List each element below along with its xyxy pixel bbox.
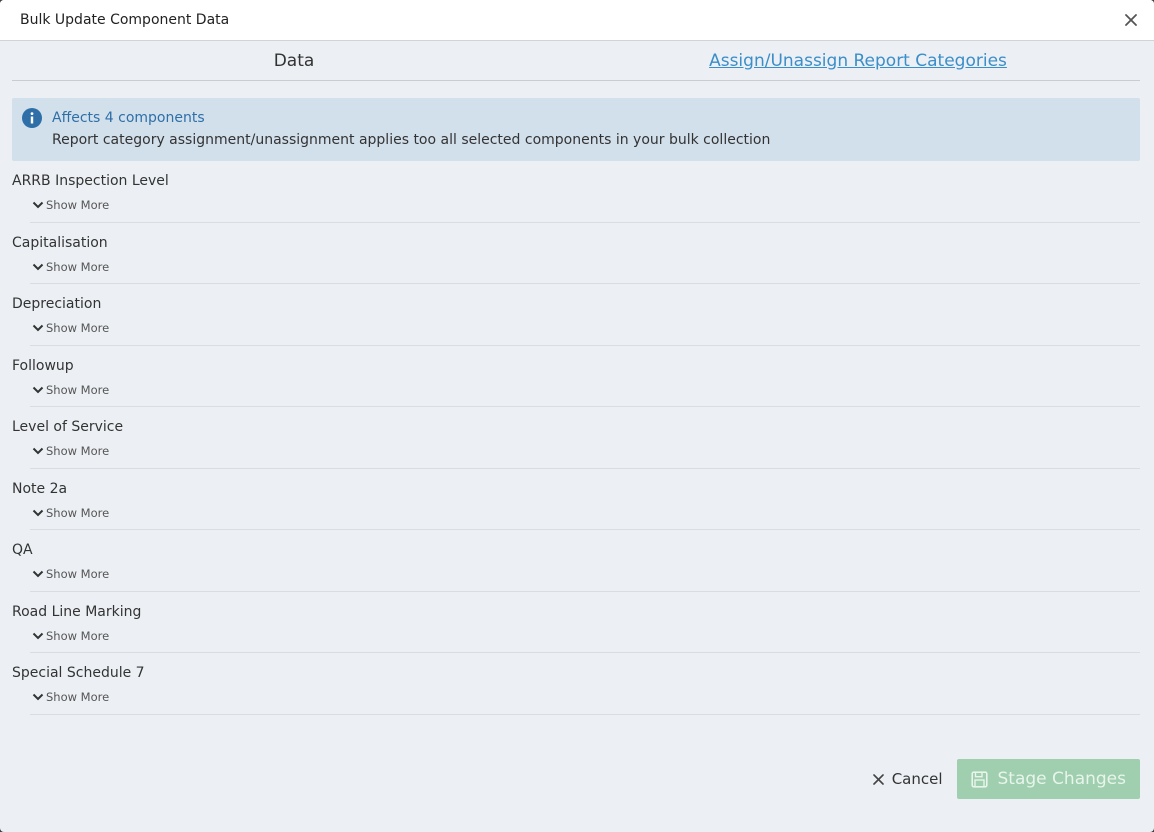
chevron-down-icon (32, 570, 44, 578)
save-icon (970, 770, 988, 788)
category-title: QA (12, 542, 33, 558)
list-item: Capitalisation Show More (12, 223, 1140, 284)
divider (30, 713, 1140, 715)
chevron-down-icon (32, 509, 44, 516)
modal-header: Bulk Update Component Data (0, 0, 1154, 41)
list-item: Note 2a Show More (12, 469, 1140, 530)
info-alert: Affects 4 components Report category ass… (12, 98, 1140, 161)
stage-changes-button[interactable]: Stage Changes (956, 759, 1140, 799)
tab-bar: Data Assign/Unassign Report Categories (12, 41, 1140, 81)
show-more-label: Show More (46, 505, 110, 520)
category-title: Depreciation (12, 296, 102, 312)
stage-changes-label: Stage Changes (997, 769, 1126, 789)
list-item: ARRB Inspection Level Show More (12, 161, 1140, 223)
info-text: Report category assignment/unassignment … (52, 132, 771, 148)
show-more-toggle[interactable]: Show More (32, 567, 109, 581)
category-title: Note 2a (12, 480, 68, 497)
show-more-label: Show More (46, 382, 110, 397)
list-item: Followup Show More (12, 346, 1140, 407)
category-title: ARRB Inspection Level (12, 173, 169, 189)
show-more-label: Show More (46, 628, 110, 643)
show-more-toggle[interactable]: Show More (32, 629, 109, 643)
close-icon[interactable] (1122, 11, 1140, 29)
category-title: Road Line Marking (12, 603, 142, 620)
show-more-label: Show More (46, 567, 110, 581)
show-more-label: Show More (46, 444, 110, 458)
chevron-down-icon (32, 386, 44, 393)
cancel-button[interactable]: Cancel (859, 759, 957, 799)
show-more-label: Show More (46, 690, 110, 704)
show-more-toggle[interactable]: Show More (32, 506, 109, 520)
list-item: Road Line Marking Show More (12, 592, 1140, 653)
modal-footer: Cancel Stage Changes (859, 759, 1140, 799)
show-more-label: Show More (46, 321, 110, 335)
show-more-toggle[interactable]: Show More (32, 690, 109, 704)
show-more-toggle[interactable]: Show More (32, 198, 109, 212)
chevron-down-icon (32, 201, 44, 209)
category-title: Special Schedule 7 (12, 665, 145, 681)
category-title: Level of Service (12, 419, 124, 435)
category-title: Followup (12, 357, 74, 374)
tab-data[interactable]: Data (12, 41, 576, 80)
show-more-label: Show More (46, 259, 110, 274)
list-item: Special Schedule 7 Show More (12, 653, 1140, 715)
chevron-down-icon (32, 632, 44, 639)
chevron-down-icon (32, 324, 44, 332)
bulk-update-modal: Bulk Update Component Data Data Assign/U… (0, 0, 1154, 832)
modal-title: Bulk Update Component Data (20, 12, 230, 28)
close-icon (872, 773, 884, 785)
cancel-label: Cancel (891, 770, 943, 788)
show-more-toggle[interactable]: Show More (32, 321, 109, 335)
list-item: Level of Service Show More (12, 407, 1140, 469)
list-item: QA Show More (12, 530, 1140, 592)
tab-assign-unassign-report-categories[interactable]: Assign/Unassign Report Categories (576, 41, 1140, 80)
info-title: Affects 4 components (52, 110, 205, 126)
info-icon (22, 108, 42, 128)
list-item: Depreciation Show More (12, 284, 1140, 346)
report-category-list: ARRB Inspection Level Show More Capitali… (12, 161, 1140, 715)
chevron-down-icon (32, 447, 44, 455)
show-more-toggle[interactable]: Show More (32, 260, 109, 274)
show-more-toggle[interactable]: Show More (32, 444, 109, 458)
category-title: Capitalisation (12, 234, 108, 251)
chevron-down-icon (32, 693, 44, 701)
chevron-down-icon (32, 263, 44, 270)
show-more-label: Show More (46, 198, 110, 212)
show-more-toggle[interactable]: Show More (32, 383, 109, 397)
